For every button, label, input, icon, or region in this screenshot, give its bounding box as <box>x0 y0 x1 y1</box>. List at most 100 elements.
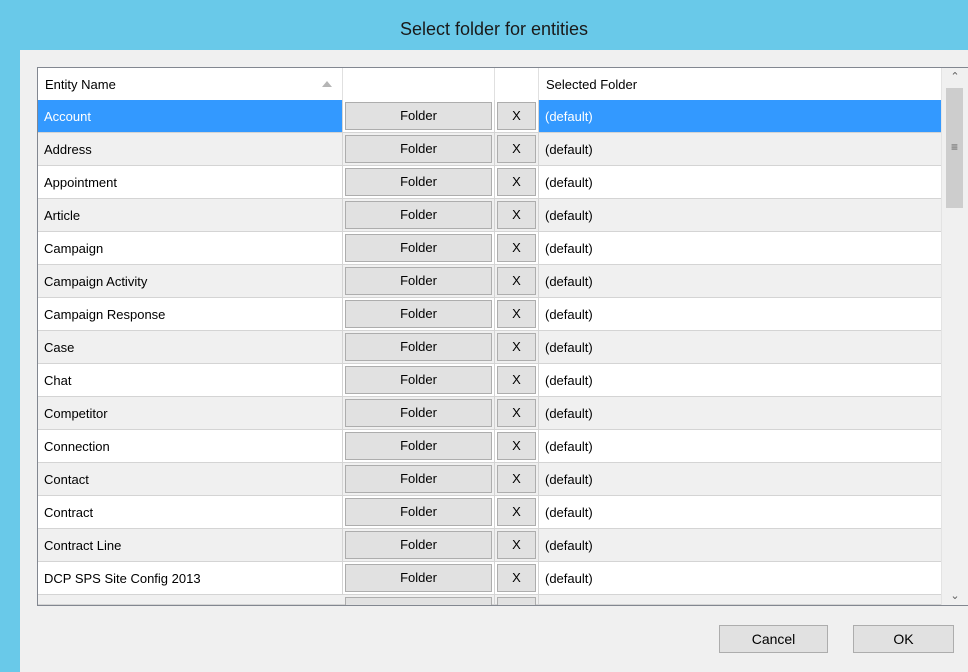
selected-folder-cell[interactable]: (default) <box>539 265 943 297</box>
clear-cell: X <box>495 232 539 264</box>
entity-name-cell[interactable]: Address <box>38 133 343 165</box>
table-row[interactable]: Competitor Folder X (default) <box>38 397 943 430</box>
table-row[interactable]: Article Folder X (default) <box>38 199 943 232</box>
clear-cell: X <box>495 562 539 594</box>
ok-button[interactable]: OK <box>853 625 954 653</box>
entity-name-cell[interactable]: Campaign Activity <box>38 265 343 297</box>
scroll-thumb[interactable]: ≡ <box>946 88 963 208</box>
table-row[interactable]: Chat Folder X (default) <box>38 364 943 397</box>
table-row[interactable]: Contact Folder X (default) <box>38 463 943 496</box>
column-header-folder-button[interactable] <box>343 68 495 100</box>
entity-name-cell[interactable]: Chat <box>38 364 343 396</box>
entity-name-cell[interactable]: Contract <box>38 496 343 528</box>
clear-folder-button[interactable]: X <box>497 432 536 460</box>
selected-folder-cell[interactable]: (default) <box>539 298 943 330</box>
folder-cell: Folder <box>343 100 495 132</box>
folder-button[interactable]: Folder <box>345 168 492 196</box>
folder-button[interactable]: Folder <box>345 498 492 526</box>
selected-folder-cell[interactable]: (default) <box>539 232 943 264</box>
table-row[interactable]: Appointment Folder X (default) <box>38 166 943 199</box>
clear-folder-button[interactable]: X <box>497 135 536 163</box>
table-row[interactable]: Campaign Activity Folder X (default) <box>38 265 943 298</box>
clear-folder-button[interactable]: X <box>497 300 536 328</box>
selected-folder-cell[interactable]: (default) <box>539 397 943 429</box>
folder-button[interactable]: Folder <box>345 564 492 592</box>
clear-folder-button[interactable]: X <box>497 531 536 559</box>
folder-button[interactable]: Folder <box>345 300 492 328</box>
column-header-entity-name[interactable]: Entity Name <box>38 68 343 100</box>
folder-cell: Folder <box>343 265 495 297</box>
entity-name-cell[interactable]: DCP SPS Site Config 2013 <box>38 562 343 594</box>
clear-folder-button[interactable]: X <box>497 399 536 427</box>
scroll-down-icon[interactable]: ⌄ <box>942 587 968 605</box>
folder-button[interactable]: Folder <box>345 432 492 460</box>
entity-name-cell[interactable]: Campaign Response <box>38 298 343 330</box>
clear-folder-button[interactable]: X <box>497 102 536 130</box>
column-header-label: Selected Folder <box>546 77 638 92</box>
clear-folder-button[interactable]: X <box>497 267 536 295</box>
selected-folder-cell[interactable]: (default) <box>539 562 943 594</box>
table-row[interactable]: Contract Folder X (default) <box>38 496 943 529</box>
selected-folder-cell[interactable]: (default) <box>539 529 943 561</box>
clear-cell <box>495 595 539 605</box>
cancel-button[interactable]: Cancel <box>719 625 828 653</box>
entity-name-cell[interactable]: Connection <box>38 430 343 462</box>
table-row[interactable]: Campaign Folder X (default) <box>38 232 943 265</box>
selected-folder-cell[interactable]: (default) <box>539 364 943 396</box>
folder-button[interactable]: Folder <box>345 399 492 427</box>
vertical-scrollbar[interactable]: ⌃ ≡ ⌄ <box>941 68 968 605</box>
folder-button[interactable]: Folder <box>345 201 492 229</box>
clear-folder-button[interactable]: X <box>497 333 536 361</box>
selected-folder-cell[interactable]: (default) <box>539 166 943 198</box>
folder-button <box>345 597 492 605</box>
entity-name-cell[interactable]: Campaign <box>38 232 343 264</box>
folder-button[interactable]: Folder <box>345 234 492 262</box>
table-row[interactable]: Contract Line Folder X (default) <box>38 529 943 562</box>
selected-folder-cell[interactable]: (default) <box>539 496 943 528</box>
selected-folder-cell[interactable]: (default) <box>539 100 943 132</box>
scroll-grip-icon: ≡ <box>950 140 958 154</box>
folder-button[interactable]: Folder <box>345 267 492 295</box>
column-header-clear-button[interactable] <box>495 68 539 100</box>
clear-folder-button[interactable]: X <box>497 234 536 262</box>
folder-button[interactable]: Folder <box>345 465 492 493</box>
table-row[interactable]: DCP SPS Site Config 2013 Folder X (default) <box>38 562 943 595</box>
selected-folder-cell[interactable]: (default) <box>539 430 943 462</box>
clear-cell: X <box>495 166 539 198</box>
entity-name-cell[interactable]: Article <box>38 199 343 231</box>
clear-cell: X <box>495 265 539 297</box>
entity-name-cell[interactable]: Account <box>38 100 343 132</box>
folder-button[interactable]: Folder <box>345 102 492 130</box>
folder-button[interactable]: Folder <box>345 333 492 361</box>
column-header-selected-folder[interactable]: Selected Folder <box>539 68 943 100</box>
folder-button[interactable]: Folder <box>345 366 492 394</box>
clear-folder-button[interactable]: X <box>497 201 536 229</box>
clear-cell: X <box>495 298 539 330</box>
table-row[interactable]: Connection Folder X (default) <box>38 430 943 463</box>
clear-folder-button[interactable]: X <box>497 465 536 493</box>
table-row[interactable]: Case Folder X (default) <box>38 331 943 364</box>
table-row[interactable]: Campaign Response Folder X (default) <box>38 298 943 331</box>
folder-button[interactable]: Folder <box>345 531 492 559</box>
entity-name-cell[interactable]: Contract Line <box>38 529 343 561</box>
clear-folder-button[interactable]: X <box>497 366 536 394</box>
folder-cell: Folder <box>343 232 495 264</box>
selected-folder-cell[interactable]: (default) <box>539 199 943 231</box>
entity-name-cell[interactable]: Case <box>38 331 343 363</box>
clear-folder-button[interactable]: X <box>497 168 536 196</box>
entity-name-cell[interactable]: Appointment <box>38 166 343 198</box>
selected-folder-cell[interactable]: (default) <box>539 331 943 363</box>
entity-name-cell[interactable]: Contact <box>38 463 343 495</box>
scroll-up-icon[interactable]: ⌃ <box>942 68 968 86</box>
selected-folder-cell[interactable]: (default) <box>539 133 943 165</box>
folder-button[interactable]: Folder <box>345 135 492 163</box>
title-bar[interactable]: Select folder for entities <box>10 0 968 50</box>
table-row[interactable]: Address Folder X (default) <box>38 133 943 166</box>
selected-folder-cell[interactable]: (default) <box>539 463 943 495</box>
folder-cell: Folder <box>343 364 495 396</box>
clear-folder-button[interactable]: X <box>497 498 536 526</box>
clear-cell: X <box>495 364 539 396</box>
entity-name-cell[interactable]: Competitor <box>38 397 343 429</box>
clear-folder-button[interactable]: X <box>497 564 536 592</box>
table-row[interactable]: Account Folder X (default) <box>38 100 943 133</box>
